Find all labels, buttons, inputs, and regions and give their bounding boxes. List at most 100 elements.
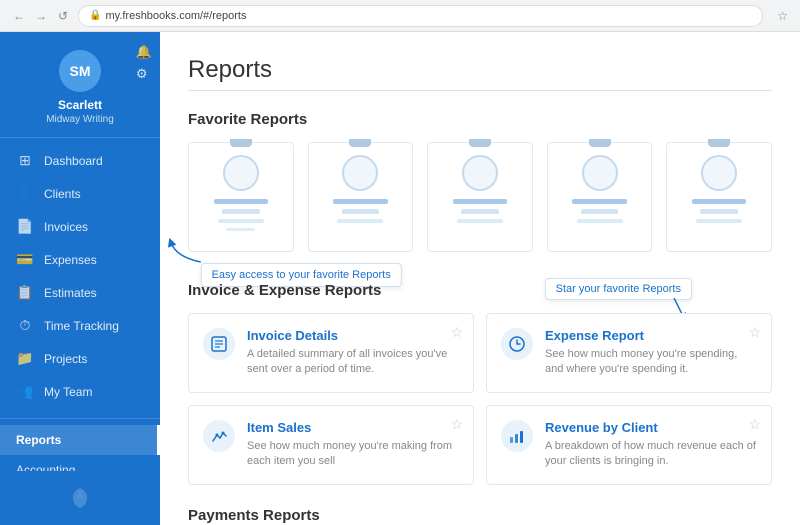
fav-line-4c — [577, 219, 623, 223]
fav-circle-3 — [462, 155, 498, 191]
sidebar-label-reports: Reports — [16, 433, 61, 447]
item-sales-star[interactable]: ☆ — [450, 416, 463, 433]
payments-section: Payments Reports Accounts Aging Find out — [188, 507, 772, 525]
item-sales-desc: See how much money you're making from ea… — [247, 439, 459, 470]
favorite-arrow-svg — [166, 237, 206, 267]
sidebar-item-time-tracking[interactable]: ⏱ Time Tracking — [0, 309, 160, 342]
sidebar-username: Scarlett — [58, 98, 102, 112]
browser-chrome: ← → ↺ 🔒 my.freshbooks.com/#/reports ☆ — [0, 0, 800, 32]
fav-circle-4 — [582, 155, 618, 191]
report-card-invoice-details[interactable]: Invoice Details A detailed summary of al… — [188, 313, 474, 393]
revenue-by-client-icon — [501, 420, 533, 452]
invoice-expense-section: Invoice & Expense Reports Star your favo… — [188, 282, 772, 485]
url-bar[interactable]: 🔒 my.freshbooks.com/#/reports — [78, 5, 763, 27]
clip-3 — [469, 139, 491, 147]
main-content: Reports Favorite Reports — [160, 32, 800, 525]
clients-icon: 👤 — [16, 185, 34, 202]
page-title: Reports — [188, 56, 772, 84]
expense-report-star[interactable]: ☆ — [748, 324, 761, 341]
invoice-details-info: Invoice Details A detailed summary of al… — [247, 328, 459, 378]
report-card-expense-report[interactable]: Expense Report See how much money you're… — [486, 313, 772, 393]
invoice-details-star[interactable]: ☆ — [450, 324, 463, 341]
star-tooltip-text: Star your favorite Reports — [545, 278, 692, 300]
lock-icon: 🔒 — [89, 10, 101, 21]
fav-line-5a — [692, 199, 746, 204]
url-text: my.freshbooks.com/#/reports — [105, 10, 246, 22]
sidebar-item-reports[interactable]: Reports — [0, 425, 160, 455]
fav-line-1b — [222, 209, 260, 214]
app-wrapper: 🔔 ⚙ SM Scarlett Midway Writing ⊞ Dashboa… — [0, 32, 800, 525]
favorite-card-5[interactable] — [666, 142, 772, 252]
forward-button[interactable]: → — [34, 9, 48, 23]
sidebar-label-clients: Clients — [44, 187, 81, 201]
invoice-details-name: Invoice Details — [247, 328, 459, 343]
fav-line-4b — [581, 209, 619, 214]
revenue-by-client-desc: A breakdown of how much revenue each of … — [545, 439, 757, 470]
sidebar-item-expenses[interactable]: 💳 Expenses — [0, 243, 160, 276]
invoice-reports-grid: Invoice Details A detailed summary of al… — [188, 313, 772, 485]
favorite-section-label: Favorite Reports — [188, 111, 772, 128]
fav-line-3b — [461, 209, 499, 214]
item-sales-icon — [203, 420, 235, 452]
expense-report-name: Expense Report — [545, 328, 757, 343]
clip-4 — [589, 139, 611, 147]
expenses-icon: 💳 — [16, 251, 34, 268]
avatar: SM — [59, 50, 101, 92]
page-divider — [188, 90, 772, 91]
revenue-by-client-name: Revenue by Client — [545, 420, 757, 435]
sidebar: 🔔 ⚙ SM Scarlett Midway Writing ⊞ Dashboa… — [0, 32, 160, 525]
projects-icon: 📁 — [16, 350, 34, 367]
clip-5 — [708, 139, 730, 147]
sidebar-bottom-logo — [0, 471, 160, 525]
clip-2 — [349, 139, 371, 147]
sidebar-item-my-team[interactable]: 👥 My Team — [0, 375, 160, 408]
sidebar-item-dashboard[interactable]: ⊞ Dashboard — [0, 144, 160, 177]
refresh-button[interactable]: ↺ — [56, 9, 70, 23]
settings-icon[interactable]: ⚙ — [136, 66, 152, 82]
favorite-card-1[interactable]: Easy access to your favorite Reports — [188, 142, 294, 252]
bookmark-icon[interactable]: ☆ — [777, 9, 788, 23]
invoice-details-icon — [203, 328, 235, 360]
favorite-card-3[interactable] — [427, 142, 533, 252]
fav-line-1c — [218, 219, 264, 223]
expense-report-desc: See how much money you're spending, and … — [545, 347, 757, 378]
fav-circle-2 — [342, 155, 378, 191]
sidebar-item-clients[interactable]: 👤 Clients — [0, 177, 160, 210]
sidebar-profile: 🔔 ⚙ SM Scarlett Midway Writing — [0, 32, 160, 138]
sidebar-item-projects[interactable]: 📁 Projects — [0, 342, 160, 375]
favorite-card-2[interactable] — [308, 142, 414, 252]
notification-icon[interactable]: 🔔 — [136, 44, 152, 60]
expense-report-info: Expense Report See how much money you're… — [545, 328, 757, 378]
sidebar-label-estimates: Estimates — [44, 286, 97, 300]
favorite-reports-row: Easy access to your favorite Reports — [188, 142, 772, 252]
sidebar-nav: ⊞ Dashboard 👤 Clients 📄 Invoices 💳 Expen… — [0, 138, 160, 471]
estimates-icon: 📋 — [16, 284, 34, 301]
sidebar-item-estimates[interactable]: 📋 Estimates — [0, 276, 160, 309]
sidebar-label-invoices: Invoices — [44, 220, 88, 234]
sidebar-label-time-tracking: Time Tracking — [44, 319, 119, 333]
revenue-by-client-star[interactable]: ☆ — [748, 416, 761, 433]
invoices-icon: 📄 — [16, 218, 34, 235]
fav-line-5b — [700, 209, 738, 214]
sidebar-label-my-team: My Team — [44, 385, 92, 399]
favorite-card-4[interactable] — [547, 142, 653, 252]
fav-line-1d — [226, 228, 255, 231]
sidebar-item-invoices[interactable]: 📄 Invoices — [0, 210, 160, 243]
item-sales-name: Item Sales — [247, 420, 459, 435]
fav-line-3a — [453, 199, 507, 204]
my-team-icon: 👥 — [16, 383, 34, 400]
payments-section-label: Payments Reports — [188, 507, 772, 524]
invoice-details-desc: A detailed summary of all invoices you'v… — [247, 347, 459, 378]
fav-line-3c — [457, 219, 503, 223]
fav-line-4a — [572, 199, 626, 204]
back-button[interactable]: ← — [12, 9, 26, 23]
item-sales-info: Item Sales See how much money you're mak… — [247, 420, 459, 470]
expense-report-icon — [501, 328, 533, 360]
dashboard-icon: ⊞ — [16, 152, 34, 169]
report-card-revenue-by-client[interactable]: Revenue by Client A breakdown of how muc… — [486, 405, 772, 485]
sidebar-label-accounting: Accounting — [16, 463, 75, 471]
report-card-item-sales[interactable]: Item Sales See how much money you're mak… — [188, 405, 474, 485]
sidebar-item-accounting[interactable]: Accounting — [0, 455, 160, 471]
sidebar-label-dashboard: Dashboard — [44, 154, 103, 168]
sidebar-company: Midway Writing — [46, 114, 114, 125]
